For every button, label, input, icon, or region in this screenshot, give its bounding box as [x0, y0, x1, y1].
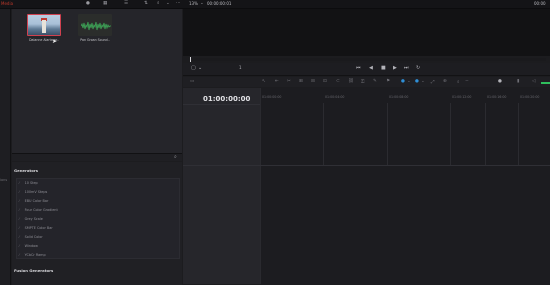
snapping-icon[interactable]: ⊂ [336, 79, 340, 84]
flag-icon[interactable]: ⚑ [386, 79, 390, 84]
top-bar [0, 0, 550, 9]
fusion-generators-title: Fusion Generators [14, 268, 54, 273]
timeline-playhead[interactable] [260, 88, 261, 284]
ruler-gridline [387, 103, 388, 165]
ruler-gridline [518, 103, 519, 165]
generator-icon: ⁄ [19, 217, 20, 221]
media-clip[interactable]: Pan Groan Sound.. [78, 14, 112, 42]
ruler-label: 01:00:08:00 [389, 95, 409, 99]
record-icon[interactable]: ● [498, 79, 502, 84]
ruler-label: 01:00:12:00 [452, 95, 472, 99]
generator-icon: ⁄ [19, 235, 20, 239]
go-to-end-icon[interactable]: ⏭ [404, 65, 409, 71]
bin-list-strip [0, 9, 11, 285]
timeline-tracks[interactable] [260, 88, 550, 284]
search-icon[interactable]: ⌕ [157, 1, 160, 7]
track-separator [183, 165, 550, 166]
source-timecode: 00:00:00:01 [207, 1, 232, 6]
ruler-gridline [323, 103, 324, 165]
viewer[interactable] [183, 9, 550, 56]
chevron-down-icon[interactable]: ⌄ [407, 79, 411, 84]
generator-item[interactable]: ⁄ 10 Step [19, 179, 179, 187]
generators-title: Generators [14, 168, 38, 173]
chevron-down-icon[interactable]: ⌄ [166, 1, 170, 7]
ruler-label: 01:00:04:00 [325, 95, 345, 99]
generator-icon: ⁄ [19, 199, 20, 203]
clip-name: Pan Groan Sound.. [80, 38, 110, 42]
ruler-gridline [450, 103, 451, 165]
generator-item[interactable]: ⁄ Solid Color [19, 233, 179, 241]
scrubber-playhead[interactable] [190, 57, 191, 62]
grid-view-icon[interactable]: ▦ [103, 1, 107, 7]
chevron-down-icon[interactable]: ⌄ [198, 65, 202, 71]
timeline-toolbar [183, 77, 550, 87]
audio-level-indicator [541, 82, 550, 84]
generators-list: ⁄ 10 Step ⁄ 100mV Steps ⁄ EBU Color Bar ⁄ Fo… [16, 178, 180, 259]
insert-icon[interactable]: ⊞ [299, 79, 303, 84]
timeline-timecode-short: 00:00 [534, 1, 546, 6]
lighthouse-image [42, 20, 46, 33]
generator-icon: ⁄ [19, 181, 20, 185]
options-icon[interactable]: ⋯ [176, 1, 181, 7]
audio-clip-thumbnail[interactable] [78, 14, 112, 36]
stop-icon[interactable]: ■ [381, 65, 386, 71]
ruler-label: 01:00:16:00 [487, 95, 507, 99]
zoom-out-icon[interactable]: − [465, 79, 469, 84]
generator-item[interactable]: ⁄ Four Color Gradient [19, 206, 179, 214]
flag-blue-icon[interactable]: ● [415, 79, 419, 84]
sort-icon[interactable]: ⇅ [144, 1, 148, 7]
audio-meter-icon[interactable]: ▮ [517, 79, 519, 84]
link-icon[interactable]: ⛓ [348, 79, 354, 84]
generator-item[interactable]: ⁄ 100mV Steps [19, 188, 179, 196]
viewer-mode-icon[interactable]: ▢ [191, 65, 196, 71]
replace-icon[interactable]: ⊡ [323, 79, 327, 84]
clip-thumbnail[interactable] [27, 14, 61, 36]
mouse-cursor-icon: ➤ [52, 38, 58, 45]
generator-item[interactable]: ⁄ YCbCr Ramp [19, 251, 179, 259]
generator-item[interactable]: ⁄ Window [19, 242, 179, 250]
waveform-icon [81, 21, 111, 31]
selection-tool-icon[interactable]: ↖ [262, 79, 266, 84]
generator-item[interactable]: ⁄ EBU Color Bar [19, 197, 179, 205]
dot-icon[interactable]: ● [86, 1, 90, 7]
generator-icon: ⁄ [19, 208, 20, 212]
speaker-icon[interactable]: ◁ [532, 79, 535, 84]
generator-icon: ⁄ [19, 253, 20, 257]
ruler-gridline [485, 103, 486, 165]
play-reverse-icon[interactable]: ◀ [369, 65, 373, 71]
chevron-down-icon[interactable]: ⌄ [200, 1, 204, 7]
play-icon[interactable]: ▶ [393, 65, 397, 71]
strip-label: ions [0, 178, 8, 182]
timeline-view-icon[interactable]: ▭ [190, 79, 194, 84]
generator-icon: ⁄ [19, 190, 20, 194]
trim-tool-icon[interactable]: ⇤ [275, 79, 279, 84]
generator-icon: ⁄ [19, 226, 20, 230]
ruler-label: 01:00:20:00 [520, 95, 540, 99]
app-brand: Media [1, 1, 14, 6]
transport-page: 1 [239, 65, 242, 70]
go-to-start-icon[interactable]: ⏮ [356, 65, 361, 71]
viewer-scrubber[interactable] [190, 58, 546, 61]
header-separator [183, 104, 260, 105]
panel-divider [12, 153, 182, 161]
marker-blue-icon[interactable]: ● [401, 79, 405, 84]
blade-tool-icon[interactable]: ✂ [287, 79, 291, 84]
viewer-zoom[interactable]: 13% [189, 1, 198, 6]
generator-icon: ⁄ [19, 244, 20, 248]
zoom-detail-icon[interactable]: ⊕ [443, 79, 447, 84]
overwrite-icon[interactable]: ⊟ [311, 79, 315, 84]
pen-icon[interactable]: ✎ [373, 79, 377, 84]
lock-icon[interactable]: ⚿ [361, 79, 364, 85]
chevron-down-icon[interactable]: ⌄ [421, 79, 425, 84]
zoom-custom-icon[interactable]: ⌕ [457, 79, 460, 85]
loop-icon[interactable]: ↻ [416, 65, 420, 71]
zoom-full-icon[interactable]: ⤢ [431, 79, 435, 85]
search-icon[interactable]: ⌕ [174, 154, 177, 160]
list-view-icon[interactable]: ☰ [124, 1, 128, 7]
generator-item[interactable]: ⁄ SMPTE Color Bar [19, 224, 179, 232]
generator-item[interactable]: ⁄ Grey Scale [19, 215, 179, 223]
timeline-timecode[interactable]: 01:00:00:00 [203, 95, 250, 103]
track-headers [183, 88, 260, 284]
ruler-label: 01:00:00:00 [262, 95, 282, 99]
